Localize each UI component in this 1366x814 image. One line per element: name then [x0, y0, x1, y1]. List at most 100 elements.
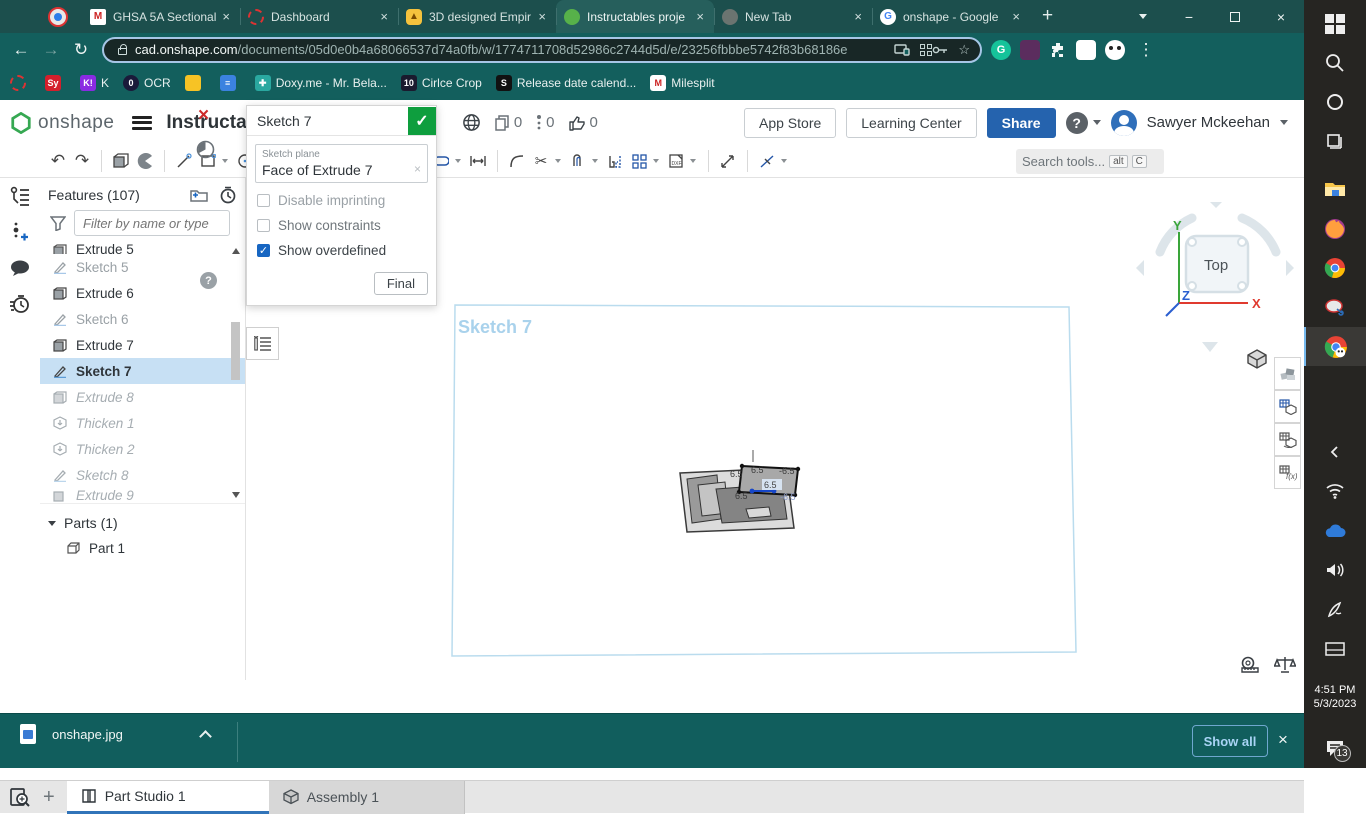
wifi-icon[interactable] — [1304, 472, 1366, 511]
browser-tab-5[interactable]: New Tab × — [714, 0, 872, 33]
rollback-clock-icon[interactable] — [196, 140, 215, 164]
bookmark-item[interactable]: Sy — [45, 75, 66, 91]
bookmark-item[interactable]: 0OCR — [123, 75, 171, 91]
start-button[interactable] — [1304, 4, 1366, 43]
tab-close-icon[interactable]: × — [1010, 9, 1022, 24]
bookmark-item[interactable]: K!K — [80, 75, 109, 91]
bookmark-item[interactable]: 10Cirlce Crop — [401, 75, 482, 91]
tab-close-icon[interactable]: × — [220, 9, 232, 24]
feature-extrude-5[interactable]: Extrude 5 — [40, 242, 245, 254]
likes-count[interactable]: 0 — [569, 114, 598, 131]
line-tool-icon[interactable] — [172, 148, 196, 174]
view-cube[interactable]: Y X Z Top — [1130, 190, 1300, 360]
snipping-tool-icon[interactable] — [1304, 288, 1366, 327]
cast-icon[interactable] — [894, 44, 910, 56]
scroll-thumb[interactable] — [231, 322, 240, 380]
commit-check-button[interactable]: ✓ — [408, 107, 436, 135]
appearance-panel-button[interactable] — [1274, 357, 1301, 390]
reload-icon[interactable]: ↻ — [66, 40, 96, 60]
chrome-icon[interactable] — [1304, 248, 1366, 287]
onshape-logo[interactable]: onshape — [10, 112, 114, 134]
part-geometry[interactable]: 6.5 6.5 -6.5 6.5 6.5 -6.5 — [680, 450, 800, 532]
revolve-tool-icon[interactable] — [133, 148, 157, 174]
cortana-icon[interactable] — [1304, 83, 1366, 122]
bookmark-item[interactable] — [185, 75, 206, 91]
feature-sketch-8[interactable]: Sketch 8 — [40, 462, 245, 488]
browser-tab-4-active[interactable]: Instructables proje × — [556, 0, 714, 33]
offset-dropdown-icon[interactable] — [592, 159, 598, 163]
tape-measure-icon[interactable] — [1238, 656, 1262, 679]
feature-extrude-9[interactable]: Extrude 9 — [40, 488, 245, 502]
part-1-row[interactable]: Part 1 — [40, 536, 245, 560]
show-constraints-checkbox[interactable]: Show constraints — [257, 218, 426, 233]
tab-close-icon[interactable]: × — [694, 9, 706, 24]
minimize-button[interactable]: − — [1166, 0, 1212, 33]
feature-sketch-7-selected[interactable]: Sketch 7 — [40, 358, 245, 384]
windows-ink-icon[interactable] — [1304, 590, 1366, 629]
filter-input[interactable] — [74, 210, 230, 236]
configurations-panel-button[interactable] — [1274, 390, 1301, 423]
taskbar-clock[interactable]: 4:51 PM 5/3/2023 — [1314, 683, 1357, 711]
construction-dropdown-icon[interactable] — [781, 159, 787, 163]
final-button[interactable]: Final — [374, 272, 428, 295]
trim-tool-icon[interactable]: ✂ — [529, 148, 553, 174]
download-chevron-icon[interactable] — [199, 730, 212, 743]
bookmark-star-icon[interactable]: ☆ — [958, 42, 970, 58]
tab-search-chevron-icon[interactable] — [1120, 0, 1166, 33]
features-scrollbar[interactable] — [229, 242, 243, 504]
custom-tables-panel-button[interactable]: f(x) — [1274, 456, 1301, 489]
feature-sketch-6[interactable]: Sketch 6 — [40, 306, 245, 332]
sketch-list-button[interactable] — [246, 327, 279, 360]
copies-count[interactable]: 0 — [495, 114, 522, 131]
trim-dropdown-icon[interactable] — [555, 159, 561, 163]
offset-tool-icon[interactable] — [566, 148, 590, 174]
touch-keyboard-icon[interactable] — [1304, 629, 1366, 668]
fillet-tool-icon[interactable] — [505, 148, 529, 174]
bookmark-item[interactable]: ≡ — [220, 75, 241, 91]
notification-center-icon[interactable]: 13 — [1304, 729, 1366, 768]
feature-thicken-1[interactable]: Thicken 1 — [40, 410, 245, 436]
learning-center-button[interactable]: Learning Center — [846, 108, 976, 138]
insert-feature-icon[interactable] — [0, 214, 40, 250]
restore-button[interactable] — [1212, 0, 1258, 33]
versions-count[interactable]: 0 — [536, 114, 554, 131]
scroll-down-icon[interactable] — [232, 492, 240, 498]
share-button[interactable]: Share — [987, 108, 1056, 138]
search-tools-field[interactable]: Search tools... alt C — [1016, 149, 1164, 174]
panda-extension-icon[interactable] — [1105, 40, 1125, 60]
history-icon[interactable] — [0, 286, 40, 322]
undo-icon[interactable]: ↶ — [46, 148, 70, 174]
bookmark-item[interactable]: SRelease date calend... — [496, 75, 636, 91]
filter-funnel-icon[interactable] — [50, 216, 66, 231]
feature-thicken-2[interactable]: Thicken 2 — [40, 436, 245, 462]
qr-icon[interactable] — [920, 44, 932, 56]
tab-part-studio-1[interactable]: Part Studio 1 — [67, 781, 269, 814]
password-key-icon[interactable] — [932, 45, 948, 55]
extensions-puzzle-icon[interactable] — [1049, 41, 1067, 59]
dialog-close-button[interactable]: × — [198, 105, 209, 127]
rollback-history-icon[interactable] — [219, 186, 237, 204]
pattern-tool-icon[interactable] — [627, 148, 651, 174]
new-folder-icon[interactable] — [189, 187, 209, 203]
back-icon[interactable]: ← — [6, 40, 36, 60]
bookmark-item[interactable]: ✚Doxy.me - Mr. Bela... — [255, 75, 387, 91]
show-overdefined-checkbox[interactable]: ✓ Show overdefined — [257, 243, 426, 258]
browser-tab-6[interactable]: G onshape - Google × — [872, 0, 1030, 33]
new-tab-button[interactable]: + — [1042, 5, 1053, 27]
pattern-dropdown-icon[interactable] — [653, 159, 659, 163]
dialog-help-icon[interactable]: ? — [200, 272, 217, 289]
chrome-active-icon[interactable] — [1304, 327, 1366, 366]
extrude-tool-icon[interactable] — [109, 148, 133, 174]
display-states-panel-button[interactable] — [1274, 423, 1301, 456]
user-menu-caret-icon[interactable] — [1280, 120, 1288, 125]
browser-tab-1[interactable]: M GHSA 5A Sectional × — [82, 0, 240, 33]
feature-extrude-8[interactable]: Extrude 8 — [40, 384, 245, 410]
construction-tool-icon[interactable] — [755, 148, 779, 174]
avatar[interactable] — [1111, 110, 1137, 136]
tab-close-icon[interactable]: × — [852, 9, 864, 24]
purple-extension-icon[interactable] — [1020, 40, 1040, 60]
close-window-button[interactable]: × — [1258, 0, 1304, 33]
tab-close-icon[interactable]: × — [536, 9, 548, 24]
add-studio-tab-button[interactable]: + — [43, 786, 55, 809]
help-menu[interactable]: ? — [1066, 112, 1101, 134]
